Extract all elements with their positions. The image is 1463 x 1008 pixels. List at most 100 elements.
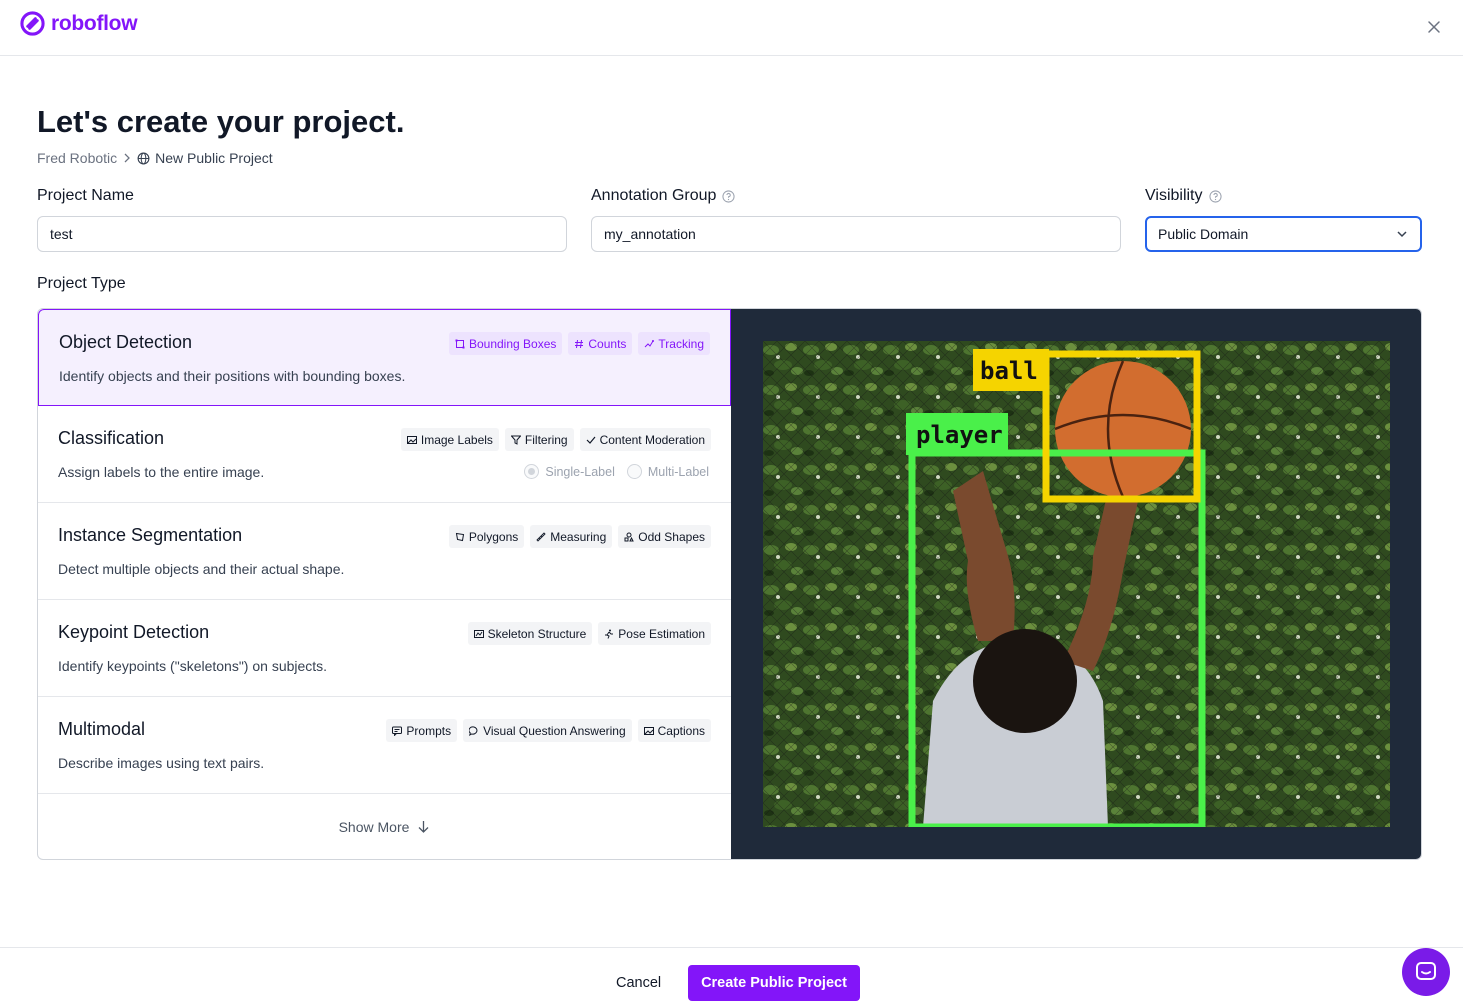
- breadcrumb-workspace[interactable]: Fred Robotic: [37, 150, 117, 166]
- type-description: Describe images using text pairs.: [58, 755, 265, 771]
- running-icon: [605, 629, 614, 639]
- chat-icon: [1416, 962, 1436, 980]
- globe-icon: [137, 152, 150, 164]
- tag-list: Image Labels Filtering Content Moderatio…: [400, 428, 711, 451]
- tag-list: Skeleton Structure Pose Estimation: [467, 622, 711, 645]
- help-icon[interactable]: [722, 189, 736, 203]
- tag-label: Counts: [588, 336, 627, 351]
- page-title: Let's create your project.: [37, 104, 405, 139]
- ruler-icon: [536, 531, 546, 542]
- annotation-group-input[interactable]: [591, 216, 1121, 252]
- image-icon: [643, 726, 654, 735]
- tag-label: Measuring: [550, 529, 607, 544]
- tag-measuring: Measuring: [530, 525, 613, 548]
- breadcrumb-current: New Public Project: [137, 150, 273, 166]
- single-label-radio[interactable]: Single-Label: [524, 464, 615, 479]
- tag-label: Content Moderation: [599, 432, 705, 447]
- create-project-button[interactable]: Create Public Project: [688, 965, 860, 1001]
- project-name-label-text: Project Name: [37, 187, 134, 204]
- type-description: Assign labels to the entire image.: [58, 464, 265, 480]
- tag-label: Prompts: [406, 723, 452, 738]
- type-description: Identify objects and their positions wit…: [59, 368, 406, 384]
- player-label: player: [916, 421, 1003, 449]
- polygon-icon: [455, 532, 464, 541]
- project-name-input[interactable]: [37, 216, 567, 252]
- tag-visual-question-answering: Visual Question Answering: [463, 719, 632, 742]
- show-more-label: Show More: [338, 818, 410, 835]
- annotation-group-label-text: Annotation Group: [591, 187, 717, 204]
- type-multimodal[interactable]: Multimodal Prompts Visual Question Answe…: [38, 697, 731, 794]
- project-type-panel: Object Detection Bounding Boxes Counts T…: [37, 308, 1422, 860]
- tag-filtering: Filtering: [504, 428, 574, 451]
- visibility-selected-value: Public Domain: [1158, 226, 1249, 242]
- top-bar: roboflow: [0, 0, 1463, 56]
- radio-dot: [626, 464, 642, 479]
- tag-content-moderation: Content Moderation: [579, 428, 711, 451]
- check-icon: [586, 436, 596, 444]
- tag-counts: Counts: [568, 332, 633, 355]
- tag-tracking: Tracking: [638, 332, 710, 355]
- tag-label: Bounding Boxes: [468, 336, 557, 351]
- tag-list: Prompts Visual Question Answering Captio…: [386, 719, 711, 742]
- breadcrumb: Fred Robotic New Public Project: [37, 150, 273, 166]
- tag-label: Image Labels: [420, 432, 493, 447]
- tracking-icon: [645, 339, 655, 347]
- type-title: Object Detection: [59, 332, 193, 352]
- close-icon[interactable]: [1425, 18, 1443, 36]
- visibility-label: Visibility: [1145, 187, 1222, 205]
- type-instance-segmentation[interactable]: Instance Segmentation Polygons Measuring…: [38, 503, 731, 600]
- breadcrumb-current-label: New Public Project: [155, 150, 273, 166]
- visibility-label-text: Visibility: [1145, 187, 1203, 204]
- type-title: Instance Segmentation: [58, 525, 243, 545]
- shapes-icon: [624, 532, 635, 541]
- hash-icon: [575, 339, 584, 348]
- type-classification[interactable]: Classification Image Labels Filtering Co…: [38, 406, 731, 503]
- type-title: Multimodal: [58, 719, 146, 739]
- tag-polygons: Polygons: [448, 525, 525, 548]
- help-icon[interactable]: [1208, 189, 1222, 203]
- chat-support-button[interactable]: [1402, 948, 1450, 996]
- tag-label: Tracking: [658, 336, 704, 351]
- type-title: Classification: [58, 428, 165, 448]
- type-keypoint-detection[interactable]: Keypoint Detection Skeleton Structure Po…: [38, 600, 731, 697]
- tag-label: Filtering: [524, 432, 568, 447]
- tag-list: Bounding Boxes Counts Tracking: [448, 332, 710, 355]
- visibility-select[interactable]: Public Domain: [1145, 216, 1422, 252]
- tag-prompts: Prompts: [386, 719, 458, 742]
- skeleton-icon: [473, 629, 484, 638]
- project-type-preview: player ball: [731, 309, 1421, 859]
- prompt-icon: [392, 726, 403, 736]
- chat-bubble-icon: [469, 725, 478, 736]
- ball-label: ball: [980, 357, 1038, 385]
- tag-label: Polygons: [468, 529, 519, 544]
- project-name-label: Project Name: [37, 187, 134, 205]
- project-type-label: Project Type: [37, 275, 126, 292]
- example-detection-image: player ball: [763, 341, 1390, 827]
- brand-name: roboflow: [51, 11, 138, 35]
- tag-label: Odd Shapes: [638, 529, 705, 544]
- tag-image-labels: Image Labels: [400, 428, 499, 451]
- chevron-down-icon: [1397, 231, 1407, 238]
- type-description: Identify keypoints ("skeletons") on subj…: [58, 658, 328, 674]
- tag-list: Polygons Measuring Odd Shapes: [448, 525, 711, 548]
- annotation-group-label: Annotation Group: [591, 187, 736, 205]
- multi-label-radio[interactable]: Multi-Label: [626, 464, 709, 479]
- filter-icon: [510, 435, 521, 445]
- radio-label: Single-Label: [545, 464, 615, 479]
- show-more-button[interactable]: Show More: [38, 794, 731, 859]
- project-type-list: Object Detection Bounding Boxes Counts T…: [38, 309, 731, 859]
- radio-label: Multi-Label: [647, 464, 709, 479]
- radio-dot: [524, 464, 540, 479]
- roboflow-logo[interactable]: roboflow: [20, 11, 138, 36]
- tag-bounding-boxes: Bounding Boxes: [448, 332, 563, 355]
- cancel-button[interactable]: Cancel: [604, 965, 673, 1001]
- tag-captions: Captions: [637, 719, 711, 742]
- footer: Cancel Create Public Project: [0, 947, 1463, 1008]
- roboflow-logo-icon: [20, 11, 45, 36]
- tag-label: Pose Estimation: [618, 626, 705, 641]
- chevron-right-icon: [124, 153, 131, 163]
- tag-pose-estimation: Pose Estimation: [598, 622, 711, 645]
- type-description: Detect multiple objects and their actual…: [58, 561, 345, 577]
- bounding-box-icon: [455, 339, 465, 348]
- type-object-detection[interactable]: Object Detection Bounding Boxes Counts T…: [38, 309, 731, 406]
